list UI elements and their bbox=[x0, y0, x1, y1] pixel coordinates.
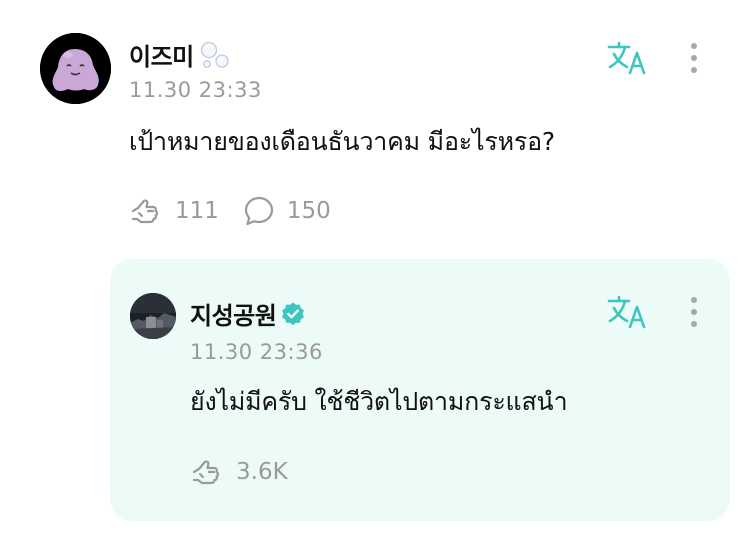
post-actions: 111 150 bbox=[129, 195, 331, 227]
comment-button[interactable]: 150 bbox=[243, 195, 331, 227]
post-text: เป้าหมายของเดือนธันวาคม มีอะไรหรอ? bbox=[129, 127, 555, 156]
reply-avatar[interactable] bbox=[130, 293, 176, 339]
ditto-avatar-image bbox=[40, 33, 111, 104]
reply-text: ยังไม่มีครับ ใช้ชีวิตไปตามกระแสนำ bbox=[190, 387, 568, 416]
translate-button[interactable] bbox=[606, 40, 648, 76]
translate-icon bbox=[607, 41, 646, 75]
bubbles-emoji-icon bbox=[198, 40, 230, 70]
reply-actions: 3.6K bbox=[190, 457, 288, 487]
reply-translate-button[interactable] bbox=[606, 294, 648, 330]
post: 이즈미 11.30 23:33 เป้าหมายของเดือนธันวาคม … bbox=[0, 0, 749, 250]
reply-timestamp: 11.30 23:36 bbox=[190, 340, 323, 364]
post-timestamp: 11.30 23:33 bbox=[129, 78, 262, 102]
translate-icon bbox=[607, 295, 646, 329]
author-name-text: 이즈미 bbox=[129, 43, 194, 71]
like-count: 111 bbox=[175, 198, 219, 224]
avatar[interactable] bbox=[40, 33, 111, 104]
reply-like-count: 3.6K bbox=[236, 459, 288, 485]
more-vertical-icon bbox=[691, 297, 697, 303]
reply-like-button[interactable]: 3.6K bbox=[190, 457, 288, 487]
reply-author-name-text: 지성공원 bbox=[190, 302, 277, 330]
reply-avatar-image bbox=[130, 293, 176, 339]
more-options-button[interactable] bbox=[688, 40, 700, 76]
reply-author-name[interactable]: 지성공원 bbox=[190, 296, 306, 331]
verified-badge-icon bbox=[282, 302, 305, 325]
more-vertical-icon bbox=[691, 43, 697, 49]
comment-bubble-icon bbox=[244, 196, 274, 226]
like-hand-icon bbox=[131, 199, 159, 224]
reply-more-options-button[interactable] bbox=[688, 294, 700, 330]
like-button[interactable]: 111 bbox=[129, 196, 219, 226]
comment-count: 150 bbox=[286, 198, 331, 224]
author-name[interactable]: 이즈미 bbox=[129, 37, 230, 72]
like-hand-icon bbox=[192, 460, 220, 485]
